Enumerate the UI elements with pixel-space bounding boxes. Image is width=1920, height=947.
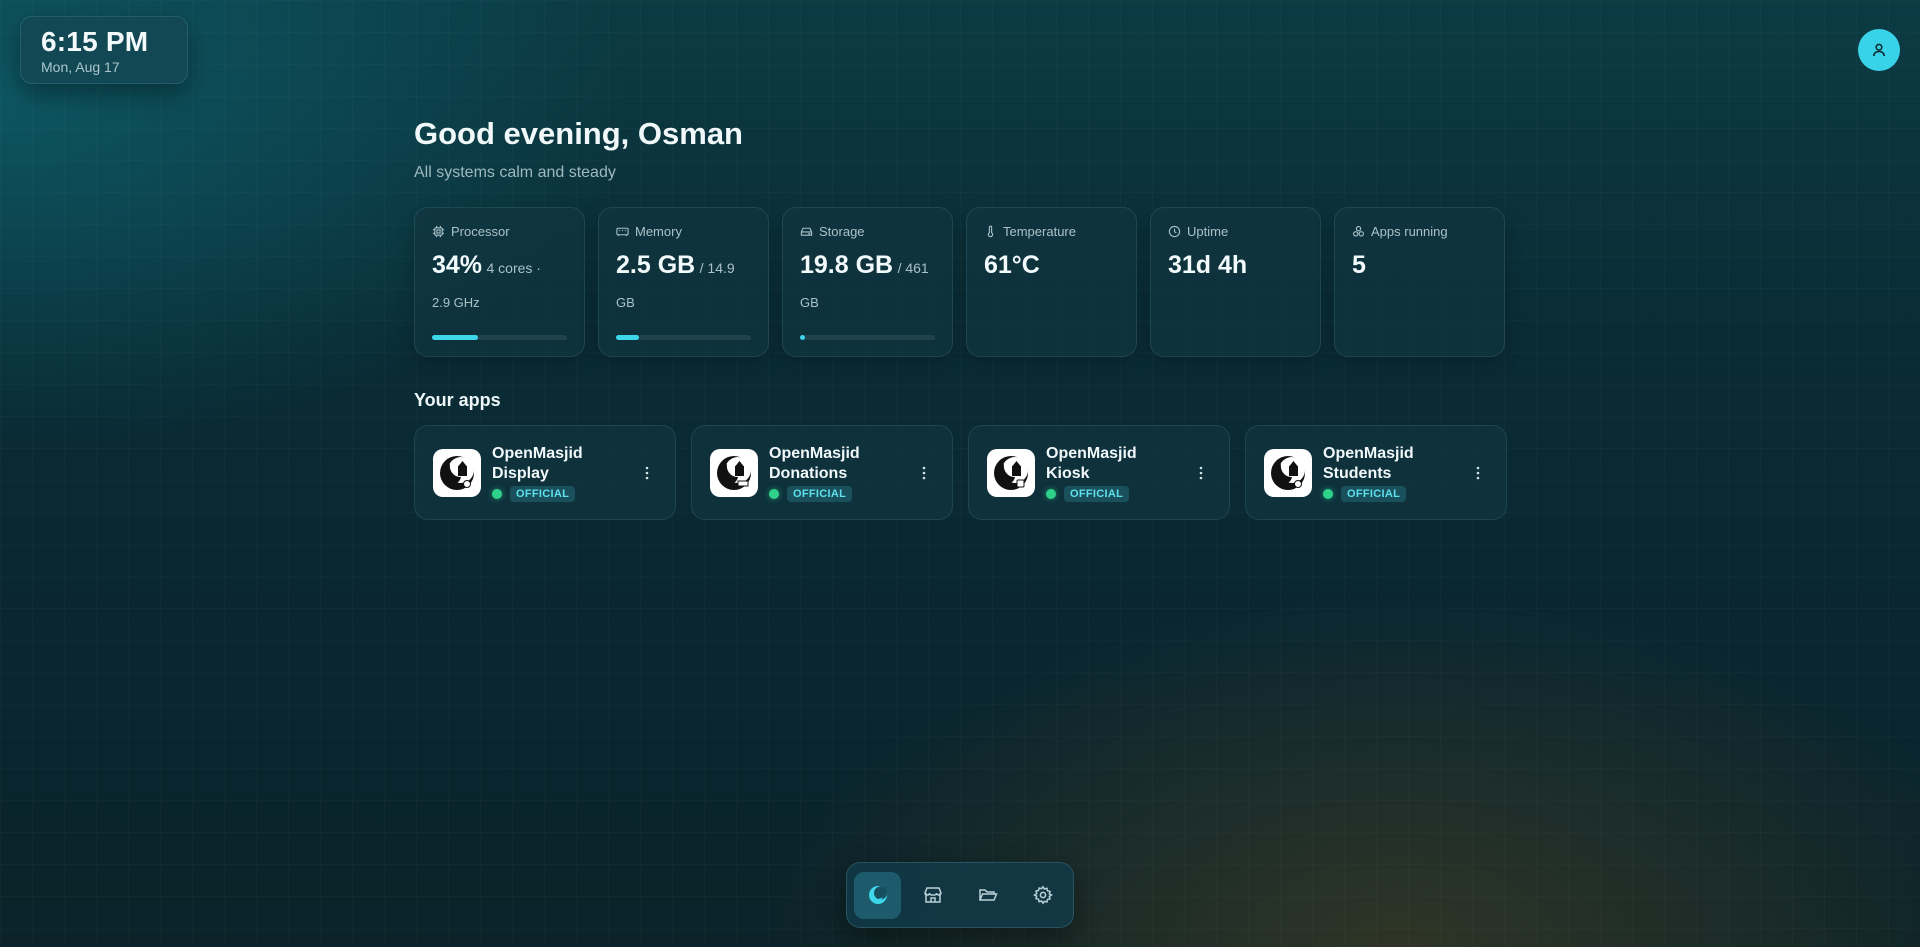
settings-gear-icon	[1032, 885, 1053, 905]
progress-bar	[432, 335, 567, 340]
greeting-title: Good evening, Osman	[414, 116, 743, 151]
stat-label: Processor	[451, 224, 510, 239]
more-vertical-icon	[645, 466, 649, 479]
stat-detail: 4 cores ·	[486, 260, 541, 276]
cpu-icon	[432, 225, 445, 238]
stat-value: 31d 4h	[1168, 251, 1248, 279]
memory-icon	[616, 227, 629, 237]
app-name: OpenMasjid	[492, 444, 583, 462]
stat-card-temperature: Temperature 61°C	[966, 207, 1137, 357]
stat-detail: / 461	[897, 260, 929, 276]
stat-value: 19.8 GB	[800, 251, 894, 279]
user-avatar-button[interactable]	[1858, 29, 1900, 71]
openmasjid-logo-icon	[433, 448, 481, 497]
openmasjid-logo-icon	[710, 448, 758, 497]
stat-label: Memory	[635, 224, 682, 239]
official-badge: OFFICIAL	[510, 485, 576, 502]
apps-icon	[1353, 226, 1364, 237]
dashboard-main: Good evening, Osman All systems calm and…	[414, 116, 1507, 520]
dock-files-button[interactable]	[964, 872, 1011, 919]
system-stats: Processor 34% 4 cores · 2.9 GHz Memory 2…	[414, 207, 1507, 357]
clock-widget: 6:15 PM Mon, Aug 17	[20, 16, 188, 84]
stat-card-processor: Processor 34% 4 cores · 2.9 GHz	[414, 207, 585, 357]
folder-icon	[978, 889, 998, 901]
stat-label: Storage	[819, 224, 865, 239]
dock-settings-button[interactable]	[1019, 872, 1066, 919]
official-badge: OFFICIAL	[1341, 485, 1407, 502]
stat-detail-2: 2.9 GHz	[432, 295, 480, 310]
stat-card-apps-running: Apps running 5	[1334, 207, 1505, 357]
dock-store-button[interactable]	[909, 872, 956, 919]
more-vertical-icon	[1199, 466, 1203, 479]
thermometer-icon	[987, 225, 994, 238]
dock-home-button[interactable]	[854, 871, 901, 919]
progress-fill	[616, 335, 639, 340]
stat-label: Apps running	[1371, 224, 1448, 239]
app-menu-button[interactable]	[1191, 458, 1211, 488]
dock	[846, 862, 1074, 928]
app-menu-button[interactable]	[637, 458, 657, 488]
more-vertical-icon	[922, 466, 926, 479]
apps-list: OpenMasjid Display OFFICIAL OpenMasjid D…	[414, 425, 1507, 520]
app-name: OpenMasjid	[1046, 444, 1137, 462]
app-menu-button[interactable]	[1468, 458, 1488, 488]
app-card-openmasjid-donations[interactable]: OpenMasjid Donations OFFICIAL	[691, 425, 953, 520]
stat-detail-2: GB	[616, 295, 635, 310]
stat-detail-2: GB	[800, 295, 819, 310]
progress-fill	[800, 335, 806, 340]
stat-value: 5	[1352, 251, 1366, 279]
clock-icon	[1168, 225, 1181, 238]
app-name-line2: Kiosk	[1046, 464, 1090, 482]
app-card-openmasjid-display[interactable]: OpenMasjid Display OFFICIAL	[414, 425, 676, 520]
stat-label: Uptime	[1187, 224, 1229, 239]
status-dot-running	[492, 488, 502, 499]
app-name-line2: Donations	[769, 464, 848, 482]
user-icon	[1873, 43, 1885, 57]
greeting-subtitle: All systems calm and steady	[414, 164, 616, 181]
more-vertical-icon	[1476, 466, 1480, 479]
official-badge: OFFICIAL	[787, 485, 853, 502]
app-name-line2: Students	[1323, 464, 1392, 482]
openmasjid-logo-icon	[987, 448, 1035, 497]
app-card-openmasjid-kiosk[interactable]: OpenMasjid Kiosk OFFICIAL	[968, 425, 1230, 520]
official-badge: OFFICIAL	[1064, 485, 1130, 502]
app-name-line2: Display	[492, 464, 549, 482]
stat-card-storage: Storage 19.8 GB / 461 GB	[782, 207, 953, 357]
progress-bar	[616, 335, 751, 340]
clock-date: Mon, Aug 17	[41, 59, 120, 75]
status-dot-running	[1323, 488, 1333, 499]
home-logo-icon	[868, 886, 887, 904]
status-dot-running	[769, 488, 779, 499]
apps-section-title: Your apps	[414, 390, 501, 410]
store-icon	[923, 887, 942, 903]
stat-value: 2.5 GB	[616, 251, 696, 279]
storage-icon	[800, 227, 813, 236]
stat-card-uptime: Uptime 31d 4h	[1150, 207, 1321, 357]
app-name: OpenMasjid	[769, 444, 860, 462]
openmasjid-logo-icon	[1264, 448, 1312, 497]
app-menu-button[interactable]	[914, 458, 934, 488]
clock-time: 6:15 PM	[41, 26, 149, 57]
app-card-openmasjid-students[interactable]: OpenMasjid Students OFFICIAL	[1245, 425, 1507, 520]
stat-value: 34%	[432, 251, 483, 279]
stat-label: Temperature	[1003, 224, 1076, 239]
status-dot-running	[1046, 488, 1056, 499]
stat-card-memory: Memory 2.5 GB / 14.9 GB	[598, 207, 769, 357]
stat-value: 61°C	[984, 251, 1040, 279]
progress-fill	[432, 335, 478, 340]
progress-bar	[800, 335, 935, 340]
stat-detail: / 14.9	[699, 260, 735, 276]
app-name: OpenMasjid	[1323, 444, 1414, 462]
